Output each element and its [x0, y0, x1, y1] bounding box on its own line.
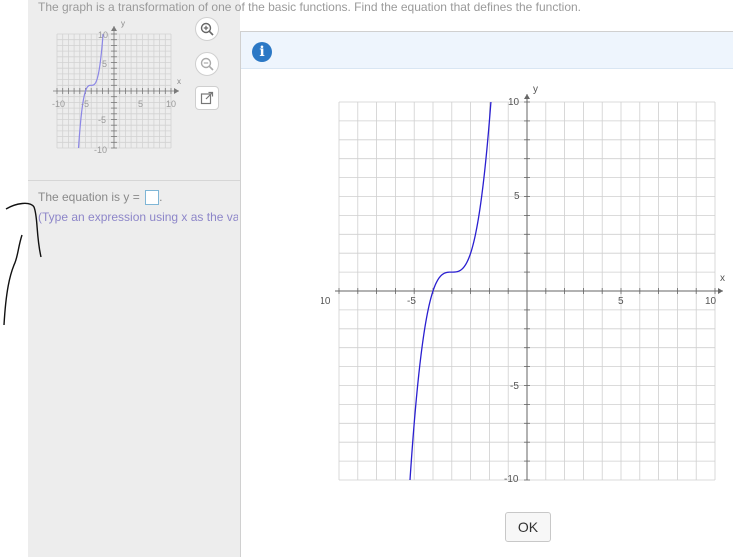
y-axis-arrow: [111, 26, 117, 31]
y-tick-neg5: -5: [510, 381, 519, 392]
x-axis-label: x: [720, 273, 725, 284]
thumb-tick-y-neg10: -10: [94, 145, 107, 155]
zoom-out-button[interactable]: [195, 52, 219, 76]
popout-button[interactable]: [195, 86, 219, 110]
zoom-out-icon: [200, 57, 214, 71]
equation-suffix: .: [159, 190, 163, 204]
thumb-y-axis-label: y: [121, 19, 125, 28]
x-axis-arrow: [174, 88, 179, 94]
x-tick-neg10: -10: [321, 296, 331, 307]
answer-input[interactable]: [145, 190, 160, 206]
main-axes: [335, 94, 723, 481]
y-tick-neg10: -10: [504, 474, 519, 485]
y-axis-label: y: [533, 84, 538, 95]
equation-prefix: The equation is y =: [38, 190, 140, 204]
thumb-tick-y-10: 10: [98, 30, 108, 40]
dialog-header: i: [241, 32, 733, 69]
question-text: The graph is a transformation of one of …: [38, 0, 582, 14]
x-axis-arrow: [718, 288, 723, 294]
thumb-tick-x-5: 5: [138, 99, 143, 109]
thumb-tick-x-neg5: -5: [81, 99, 89, 109]
thumb-x-axis-label: x: [177, 77, 181, 86]
answer-hint: (Type an expression using x as the varia…: [38, 210, 238, 224]
equation-line: The equation is y = .: [38, 190, 163, 206]
zoom-in-button[interactable]: [195, 17, 219, 41]
main-graph[interactable]: y x -10 -5 5 10 10 5 -5 -10: [321, 82, 731, 497]
info-icon: i: [252, 42, 272, 62]
thumb-tick-y-neg5: -5: [98, 115, 106, 125]
zoom-in-icon: [200, 22, 214, 36]
thumb-tick-y-5: 5: [102, 59, 107, 69]
y-tick-10: 10: [508, 97, 520, 108]
graph-dialog: i y x -10 -5 5 10 10 5 -5 -10 OK: [240, 31, 733, 557]
panel-divider: [28, 180, 240, 181]
thumb-tick-x-10: 10: [166, 99, 176, 109]
thumbnail-graph[interactable]: y x -10 -5 5 10 10 5 -5 -10: [48, 18, 193, 158]
ok-button[interactable]: OK: [505, 512, 551, 542]
x-tick-5: 5: [618, 296, 624, 307]
thumbnail-axes: [53, 26, 179, 149]
popout-icon: [200, 91, 214, 105]
y-axis-arrow: [524, 94, 530, 99]
x-tick-neg5: -5: [407, 296, 416, 307]
x-tick-10: 10: [705, 296, 717, 307]
handwritten-mark: [3, 202, 42, 326]
thumb-tick-x-neg10: -10: [52, 99, 65, 109]
y-tick-5: 5: [514, 191, 520, 202]
